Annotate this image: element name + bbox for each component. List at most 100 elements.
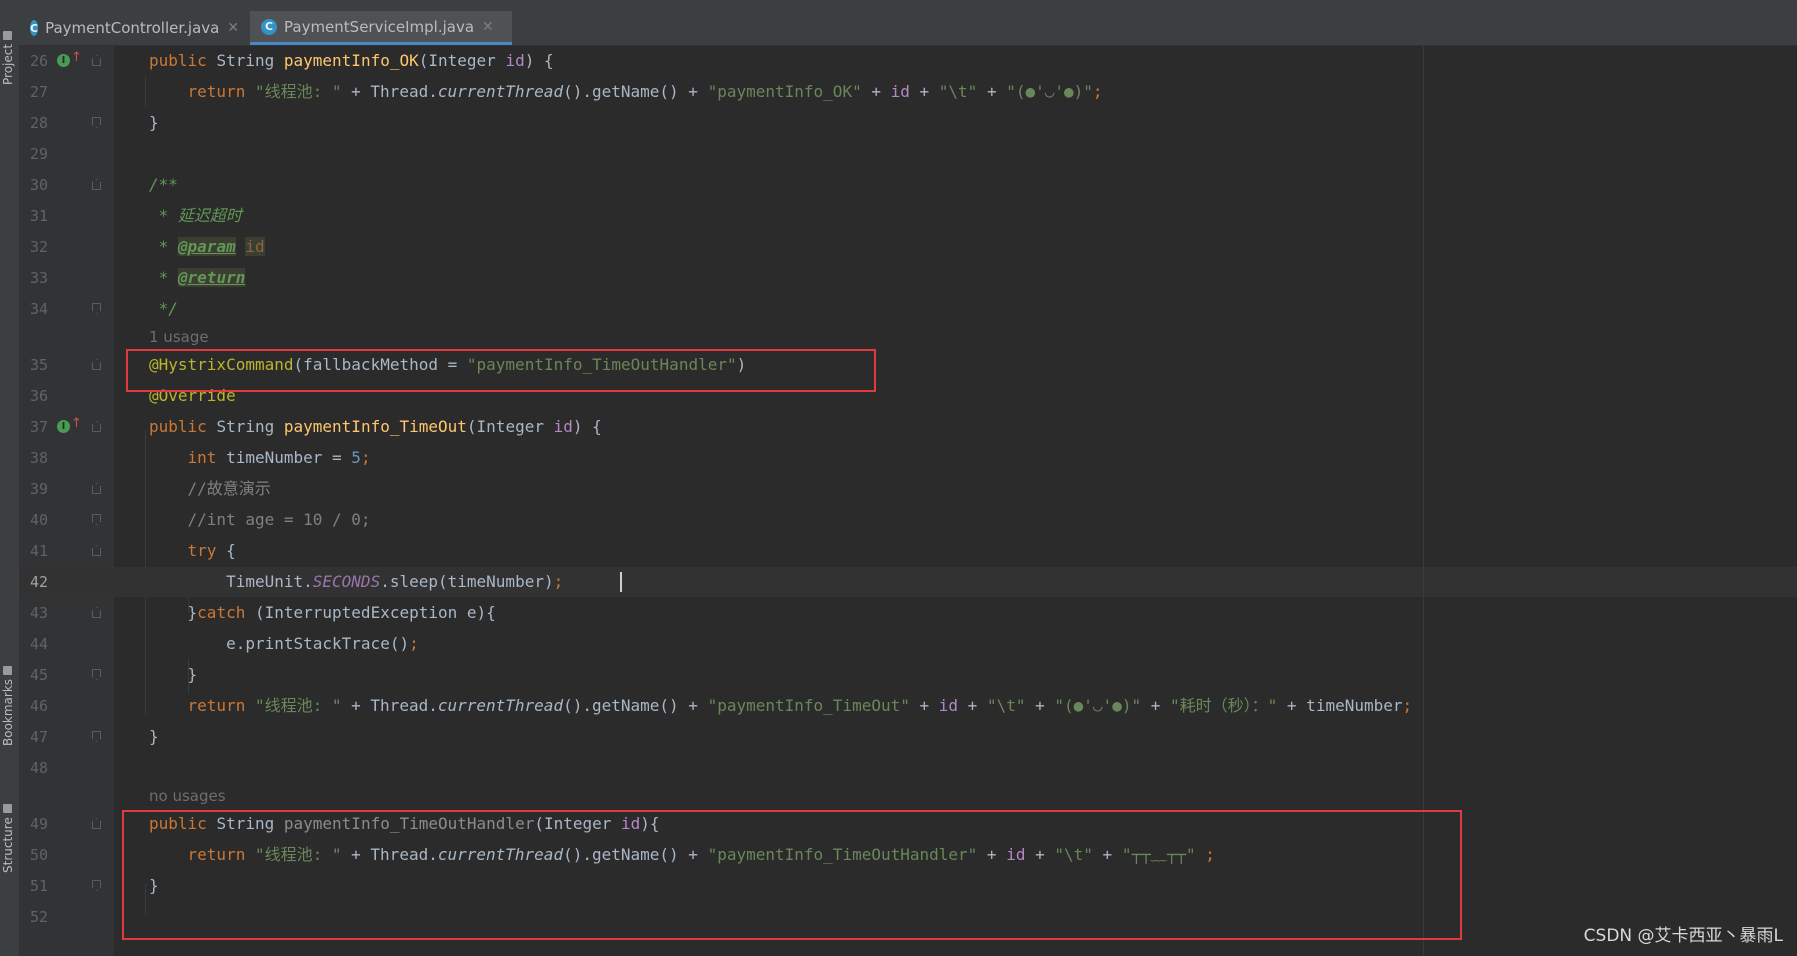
code-text: public String paymentInfo_OK(Integer id)… — [149, 51, 554, 70]
code-line[interactable]: 41 try { — [19, 536, 1797, 566]
code-line[interactable]: 26 I ↑ public String paymentInfo_OK(Integ… — [19, 46, 1797, 76]
line-number: 35 — [29, 356, 48, 374]
editor-tab-bar: C PaymentController.java ✕ C PaymentServ… — [19, 11, 1797, 46]
fold-marker-icon[interactable] — [92, 179, 101, 190]
fold-marker-icon[interactable] — [92, 731, 101, 742]
bookmark-icon — [3, 665, 13, 675]
line-number: 41 — [29, 542, 48, 560]
line-number: 32 — [29, 238, 48, 256]
line-number: 49 — [29, 815, 48, 833]
line-number: 42 — [29, 573, 48, 591]
line-number: 36 — [29, 387, 48, 405]
line-number: 38 — [29, 449, 48, 467]
tab-label: PaymentServiceImpl.java — [284, 17, 475, 36]
code-text: int timeNumber = 5; — [187, 448, 371, 467]
fold-marker-icon[interactable] — [92, 669, 101, 680]
fold-marker-icon[interactable] — [92, 545, 101, 556]
code-text: * @return — [149, 268, 246, 287]
line-number: 33 — [29, 269, 48, 287]
fold-marker-icon[interactable] — [92, 483, 101, 494]
code-line[interactable]: 37 I ↑ public String paymentInfo_TimeOut(… — [19, 412, 1797, 442]
bookmarks-tool-button[interactable]: Bookmarks — [1, 651, 18, 746]
left-tool-strip: Project Bookmarks Structure — [0, 11, 20, 956]
line-number: 51 — [29, 877, 48, 895]
fold-marker-icon[interactable] — [92, 880, 101, 891]
project-label: Project — [1, 43, 15, 85]
code-line[interactable]: 31 * 延迟超时 — [19, 201, 1797, 231]
line-number: 28 — [29, 114, 48, 132]
code-text: */ — [149, 299, 178, 318]
code-text: public String paymentInfo_TimeOut(Intege… — [149, 417, 602, 436]
line-number: 50 — [29, 846, 48, 864]
class-c-icon: C — [30, 20, 39, 36]
code-text: * 延迟超时 — [149, 206, 242, 225]
code-line[interactable]: 48 — [19, 753, 1797, 783]
line-number: 43 — [29, 604, 48, 622]
tab-label: PaymentController.java — [45, 19, 220, 37]
close-icon[interactable]: ✕ — [227, 20, 239, 36]
line-number: 52 — [29, 908, 48, 926]
line-number: 45 — [29, 666, 48, 684]
line-number: 46 — [29, 697, 48, 715]
usage-hint[interactable]: 1 usage — [149, 324, 209, 350]
text-caret — [620, 572, 622, 592]
line-number: 37 — [29, 418, 48, 436]
fold-marker-icon[interactable] — [92, 514, 101, 525]
fold-marker-icon[interactable] — [92, 359, 101, 370]
tab-payment-service-impl[interactable]: C PaymentServiceImpl.java ✕ — [250, 11, 512, 45]
line-number: 34 — [29, 300, 48, 318]
line-number: 31 — [29, 207, 48, 225]
line-number: 44 — [29, 635, 48, 653]
code-text: return "线程池: " + Thread.currentThread().… — [187, 696, 1413, 715]
line-number: 30 — [29, 176, 48, 194]
class-c-icon: C — [261, 18, 277, 35]
line-number: 27 — [29, 83, 48, 101]
project-tool-button[interactable]: Project — [1, 17, 18, 85]
folder-icon — [3, 30, 13, 40]
code-line[interactable]: 29 — [19, 139, 1797, 169]
line-number: 40 — [29, 511, 48, 529]
bookmarks-label: Bookmarks — [1, 678, 15, 746]
code-line[interactable]: 32 * @param id — [19, 232, 1797, 262]
fold-marker-icon[interactable] — [92, 55, 101, 66]
fold-marker-icon[interactable] — [92, 117, 101, 128]
code-text: } — [149, 727, 159, 746]
structure-icon — [3, 804, 13, 814]
code-line[interactable]: 34 */ — [19, 294, 1797, 324]
code-line-current[interactable]: 42 TimeUnit.SECONDS.sleep(timeNumber); — [19, 567, 1797, 597]
fold-marker-icon[interactable] — [92, 818, 101, 829]
code-text: } — [149, 113, 159, 132]
code-line[interactable]: 45 } — [19, 660, 1797, 690]
fold-marker-icon[interactable] — [92, 607, 101, 618]
line-number: 29 — [29, 145, 48, 163]
code-text: //int age = 10 / 0; — [187, 510, 371, 529]
code-text: } — [149, 665, 198, 684]
code-line[interactable]: 38 int timeNumber = 5; — [19, 443, 1797, 473]
go-to-interface-icon: ↑ — [71, 50, 82, 65]
code-text: try { — [187, 541, 236, 560]
implements-method-icon[interactable]: I — [57, 54, 70, 67]
highlight-box-fallback-method — [122, 810, 1462, 940]
implements-method-icon[interactable]: I — [57, 420, 70, 433]
code-line[interactable]: 44 e.printStackTrace(); — [19, 629, 1797, 659]
go-to-interface-icon: ↑ — [71, 416, 82, 431]
fold-marker-icon[interactable] — [92, 421, 101, 432]
close-icon[interactable]: ✕ — [482, 19, 494, 35]
code-line[interactable]: 46 return "线程池: " + Thread.currentThread… — [19, 691, 1797, 721]
fold-marker-icon[interactable] — [92, 303, 101, 314]
usage-hint[interactable]: no usages — [149, 783, 226, 809]
line-number: 39 — [29, 480, 48, 498]
code-line[interactable]: 39 //故意演示 — [19, 474, 1797, 504]
code-line[interactable]: 28 } — [19, 108, 1797, 138]
code-line[interactable]: 43 }catch (InterruptedException e){ — [19, 598, 1797, 628]
code-line[interactable]: 47 } — [19, 722, 1797, 752]
code-line[interactable]: 27 return "线程池: " + Thread.currentThread… — [19, 77, 1797, 107]
tab-payment-controller[interactable]: C PaymentController.java ✕ — [19, 11, 246, 45]
code-text: * @param id — [149, 237, 265, 256]
line-number: 48 — [29, 759, 48, 777]
code-line[interactable]: 30 /** — [19, 170, 1797, 200]
structure-tool-button[interactable]: Structure — [1, 783, 18, 873]
code-line[interactable]: 33 * @return — [19, 263, 1797, 293]
code-text: }catch (InterruptedException e){ — [149, 603, 496, 622]
code-line[interactable]: 40 //int age = 10 / 0; — [19, 505, 1797, 535]
